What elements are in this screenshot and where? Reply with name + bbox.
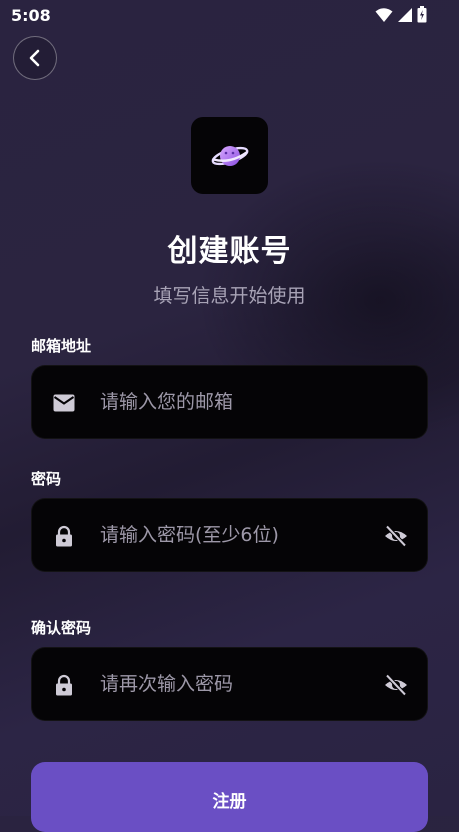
page-subtitle: 填写信息开始使用 (153, 285, 306, 307)
mail-icon (53, 394, 75, 412)
email-input[interactable] (100, 366, 370, 438)
email-label: 邮箱地址 (31, 337, 92, 355)
toggle-password-visibility-button[interactable] (383, 523, 409, 549)
register-button[interactable]: 注册 (31, 762, 428, 832)
email-field[interactable] (31, 365, 428, 439)
planet-icon (211, 145, 248, 166)
back-button[interactable] (13, 36, 57, 80)
password-input[interactable] (100, 499, 370, 571)
password-label: 密码 (31, 470, 62, 488)
status-time: 5:08 (11, 6, 51, 25)
wifi-icon (375, 7, 393, 22)
battery-icon (417, 6, 427, 23)
confirm-password-input[interactable] (100, 648, 370, 720)
app-logo (191, 117, 268, 194)
eye-off-icon (385, 674, 407, 696)
signal-icon (398, 7, 412, 22)
confirm-password-field[interactable] (31, 647, 428, 721)
password-field[interactable] (31, 498, 428, 572)
eye-off-icon (385, 525, 407, 547)
page-title: 创建账号 (167, 234, 292, 269)
chevron-left-icon (29, 49, 40, 67)
status-icons (375, 6, 427, 23)
lock-icon (56, 674, 72, 696)
confirm-password-label: 确认密码 (31, 619, 92, 637)
toggle-confirm-password-visibility-button[interactable] (383, 672, 409, 698)
status-bar: 5:08 (0, 0, 459, 32)
register-button-label: 注册 (212, 792, 247, 812)
lock-icon (56, 525, 72, 547)
